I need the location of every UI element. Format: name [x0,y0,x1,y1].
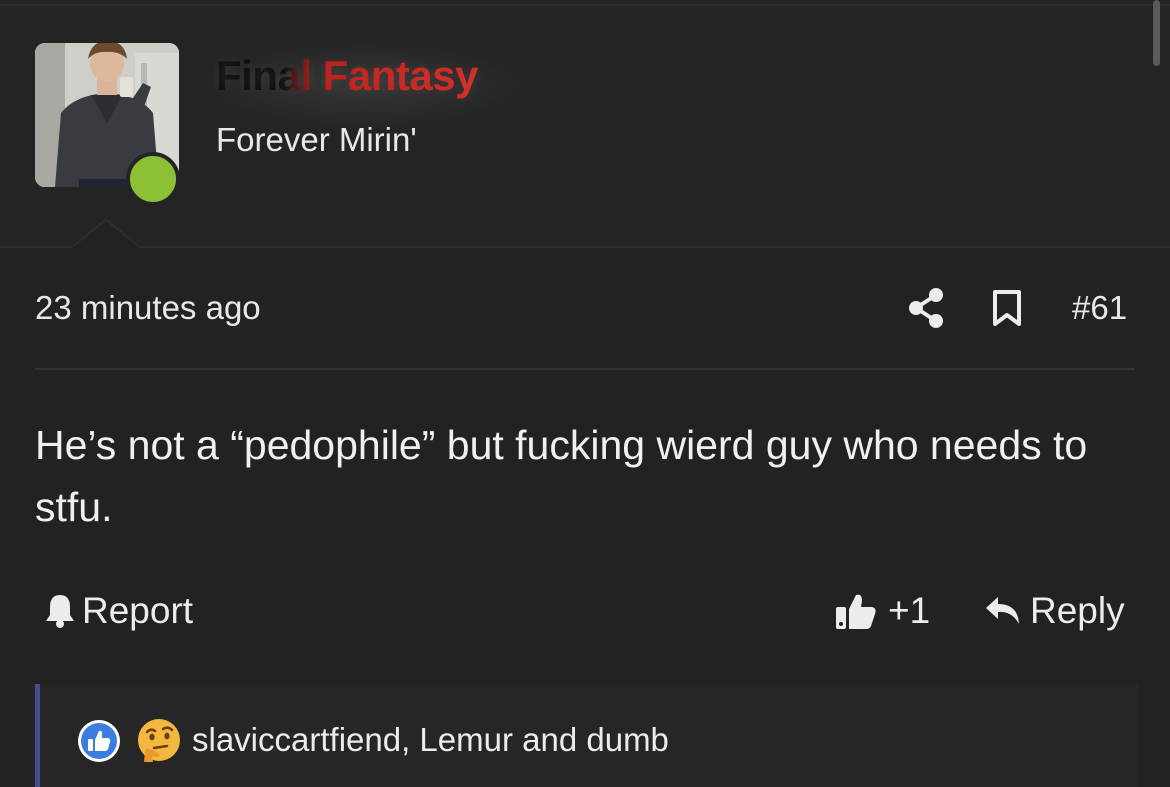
share-icon[interactable] [908,288,944,328]
bookmark-icon[interactable] [992,289,1022,327]
like-button[interactable]: +1 [834,590,930,632]
online-status-indicator [126,152,180,206]
user-title: Forever Mirin' [216,121,417,158]
report-label: Report [82,590,194,631]
reactions-bar[interactable]: slaviccartfiend, Lemur and dumb [35,684,1138,787]
like-count: +1 [888,590,931,631]
divider [35,368,1135,370]
user-header: Final Fantasy Forever Mirin' [0,0,1170,248]
bell-icon [46,595,74,628]
like-reaction-icon [78,720,120,762]
username-link[interactable]: Final Fantasy [216,52,478,100]
report-button[interactable]: Report [44,590,193,632]
post-number-link[interactable]: #61 [1072,289,1127,327]
reply-button[interactable]: Reply [984,590,1125,632]
divider [0,4,1170,6]
thumbs-up-icon [836,594,876,629]
post-container: Final Fantasy Forever Mirin' 23 minutes … [0,0,1170,787]
scrollbar[interactable] [1153,0,1160,66]
post-body-text: He’s not a “pedophile” but fucking wierd… [35,422,1088,530]
thinking-face-icon [138,719,180,762]
reaction-users-link[interactable]: slaviccartfiend, Lemur and dumb [192,721,669,759]
reply-arrow-icon [986,597,1019,624]
reply-label: Reply [1030,590,1125,631]
post-timestamp[interactable]: 23 minutes ago [35,289,261,327]
